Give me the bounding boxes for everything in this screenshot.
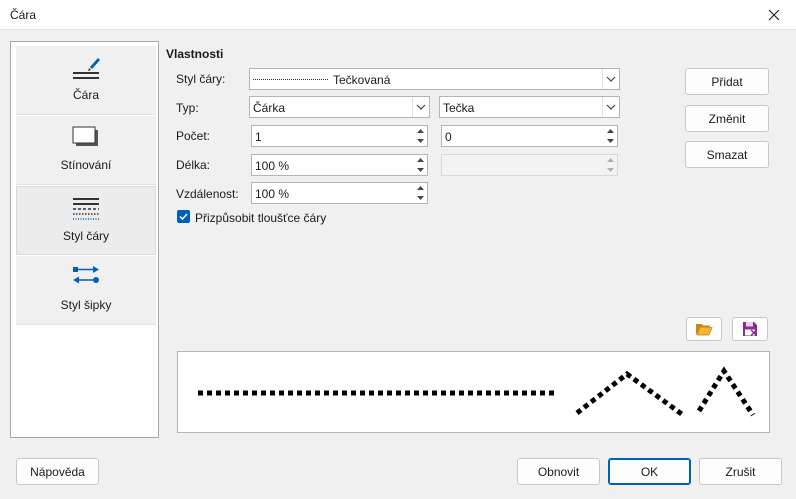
type1-value: Čárka [253,101,286,115]
type1-select[interactable]: Čárka [249,96,430,118]
chevron-down-icon [416,168,424,172]
help-button[interactable]: Nápověda [16,458,99,485]
ok-button[interactable]: OK [608,458,691,485]
type-label: Typ: [176,101,199,115]
fit-checkbox-label[interactable]: Přizpůsobit tloušťce čáry [195,211,326,225]
section-title: Vlastnosti [166,47,224,61]
spin-down-button[interactable] [413,165,427,175]
close-button[interactable] [752,0,796,30]
sidebar-item-label: Stínování [60,158,112,172]
sidebar-item-shading[interactable]: Stínování [16,116,156,185]
count2-stepper[interactable]: 0 [441,125,618,147]
delete-button[interactable]: Smazat [685,141,769,168]
reset-button[interactable]: Obnovit [517,458,600,485]
folder-open-icon [696,324,713,336]
preview-drawing [198,366,756,418]
line-style-label: Styl čáry: [176,72,226,86]
spin-down-button [603,165,617,175]
save-button[interactable] [732,317,768,341]
chevron-down-icon [416,196,424,200]
length-label: Délka: [176,158,211,172]
spin-down-button[interactable] [413,193,427,203]
sidebar-item-label: Styl šipky [60,298,112,312]
line-style-value: Tečkovaná [333,73,391,87]
type2-select[interactable]: Tečka [439,96,620,118]
save-icon [743,322,757,336]
chevron-down-icon [606,76,616,82]
modify-button[interactable]: Změnit [685,105,769,132]
title-bar: Čára [0,0,796,30]
chevron-down-icon [416,104,426,110]
spin-up-button[interactable] [413,183,427,193]
fit-checkbox[interactable] [177,210,190,223]
spacing-value: 100 % [255,187,290,201]
line-pencil-icon [73,58,100,79]
count-label: Počet: [176,129,211,143]
count1-value: 1 [255,130,262,144]
close-icon [768,9,780,21]
dotted-line-sample [253,79,329,80]
type2-value: Tečka [443,101,475,115]
count1-stepper[interactable]: 1 [251,125,428,147]
chevron-up-icon [606,129,614,133]
chevron-down-icon [416,139,424,143]
sidebar-item-arrow-style[interactable]: Styl šipky [16,256,156,325]
cancel-button[interactable]: Zrušit [699,458,782,485]
chevron-up-icon [416,129,424,133]
chevron-up-icon [416,186,424,190]
sidebar-item-line-style[interactable]: Styl čáry [16,186,156,255]
spacing-stepper[interactable]: 100 % [251,182,428,204]
sidebar-item-label: Styl čáry [62,229,109,243]
count2-value: 0 [445,130,452,144]
arrow-style-icon [73,266,99,284]
sidebar: Čára Stínování Styl čáry Styl šipky [10,41,159,438]
line-style-select[interactable]: Tečkovaná [249,68,620,90]
spin-up-button[interactable] [413,126,427,136]
add-button[interactable]: Přidat [685,68,769,95]
spacing-label: Vzdálenost: [176,187,239,201]
length1-value: 100 % [255,159,290,173]
chevron-down-icon [606,139,614,143]
load-button[interactable] [686,317,722,341]
chevron-up-icon [606,158,614,162]
sidebar-item-label: Čára [72,88,99,102]
sidebar-item-line[interactable]: Čára [16,46,156,115]
length1-stepper[interactable]: 100 % [251,154,428,176]
spin-down-button[interactable] [603,136,617,146]
line-style-icon [73,198,99,220]
checkmark-icon [179,213,188,220]
spin-down-button[interactable] [413,136,427,146]
chevron-up-icon [416,158,424,162]
spin-up-button[interactable] [413,155,427,165]
chevron-down-icon [606,104,616,110]
window-title: Čára [10,8,37,22]
line-preview [177,351,770,433]
chevron-down-icon [606,168,614,172]
spin-up-button [603,155,617,165]
spin-up-button[interactable] [603,126,617,136]
shadow-icon [72,126,98,146]
length2-stepper [441,154,618,176]
